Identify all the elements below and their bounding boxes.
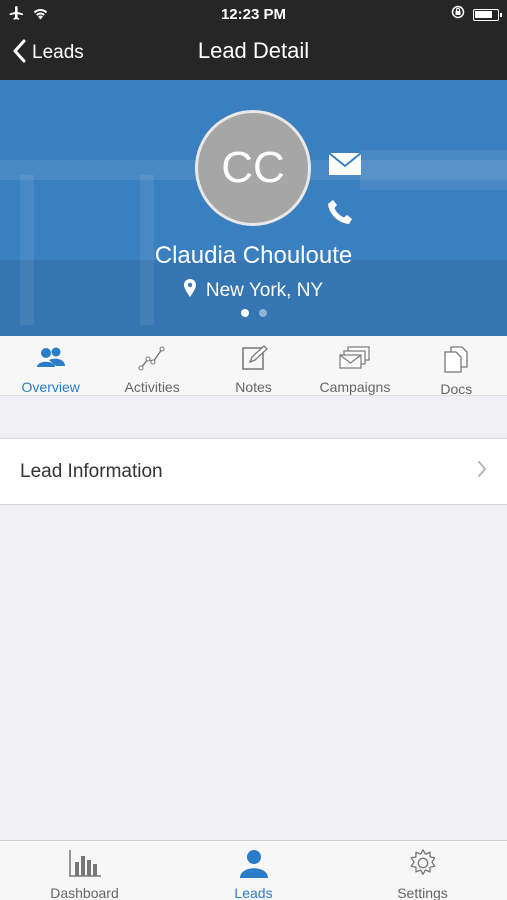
page-dot-2[interactable] [258, 309, 267, 317]
page-indicator [0, 309, 507, 317]
bottom-tab-leads[interactable]: Leads [169, 841, 338, 900]
people-icon [36, 345, 65, 376]
activity-graph-icon [138, 345, 166, 376]
phone-icon [326, 200, 354, 230]
tab-notes[interactable]: Notes [203, 336, 304, 395]
tab-label: Activities [124, 379, 180, 395]
location-text: New York, NY [205, 280, 324, 301]
lead-information-row[interactable]: Lead Information [0, 438, 507, 505]
bottom-tab-bar: Dashboard Leads Settings [0, 840, 507, 900]
bottom-tab-dashboard[interactable]: Dashboard [0, 841, 169, 900]
detail-tabs: Overview Activities Notes Campaigns Docs [0, 336, 507, 397]
mail-stack-icon [339, 345, 371, 376]
orientation-lock-icon [451, 5, 465, 24]
tab-activities[interactable]: Activities [101, 336, 202, 395]
avatar: CC [195, 110, 311, 226]
chevron-right-icon [477, 460, 487, 483]
documents-icon [443, 345, 469, 378]
bottom-tab-label: Dashboard [50, 885, 119, 900]
chevron-left-icon [12, 39, 26, 68]
tab-overview[interactable]: Overview [0, 336, 101, 395]
page-dot-1[interactable] [240, 309, 249, 317]
tab-label: Docs [440, 381, 473, 397]
tab-campaigns[interactable]: Campaigns [304, 336, 405, 395]
call-button[interactable] [326, 198, 354, 231]
email-button[interactable] [328, 152, 362, 181]
note-edit-icon [240, 345, 268, 376]
back-label: Leads [32, 42, 84, 63]
back-button[interactable]: Leads [12, 38, 84, 68]
tab-label: Notes [235, 379, 272, 395]
background-roof-shape [360, 150, 507, 190]
tab-label: Campaigns [319, 379, 391, 395]
battery-icon [473, 8, 502, 21]
envelope-icon [328, 152, 362, 180]
row-label: Lead Information [20, 460, 163, 482]
status-bar: 12:23 PM [0, 0, 507, 28]
tab-label: Overview [21, 379, 80, 395]
bottom-tab-label: Leads [234, 885, 273, 900]
tab-docs[interactable]: Docs [406, 336, 507, 397]
lead-name: Claudia Chouloute [154, 242, 353, 269]
person-icon [238, 848, 270, 883]
status-right [451, 5, 502, 24]
bottom-tab-settings[interactable]: Settings [338, 841, 507, 900]
bar-chart-icon [68, 848, 102, 883]
top-bar: 12:23 PM Leads Lead Detail [0, 0, 507, 80]
bottom-tab-label: Settings [397, 885, 448, 900]
lead-header: CC Claudia Chouloute New York, NY [0, 80, 507, 336]
status-time: 12:23 PM [220, 6, 287, 23]
map-pin-icon [183, 279, 196, 303]
lead-location: New York, NY [0, 279, 507, 303]
gear-icon [407, 848, 439, 883]
